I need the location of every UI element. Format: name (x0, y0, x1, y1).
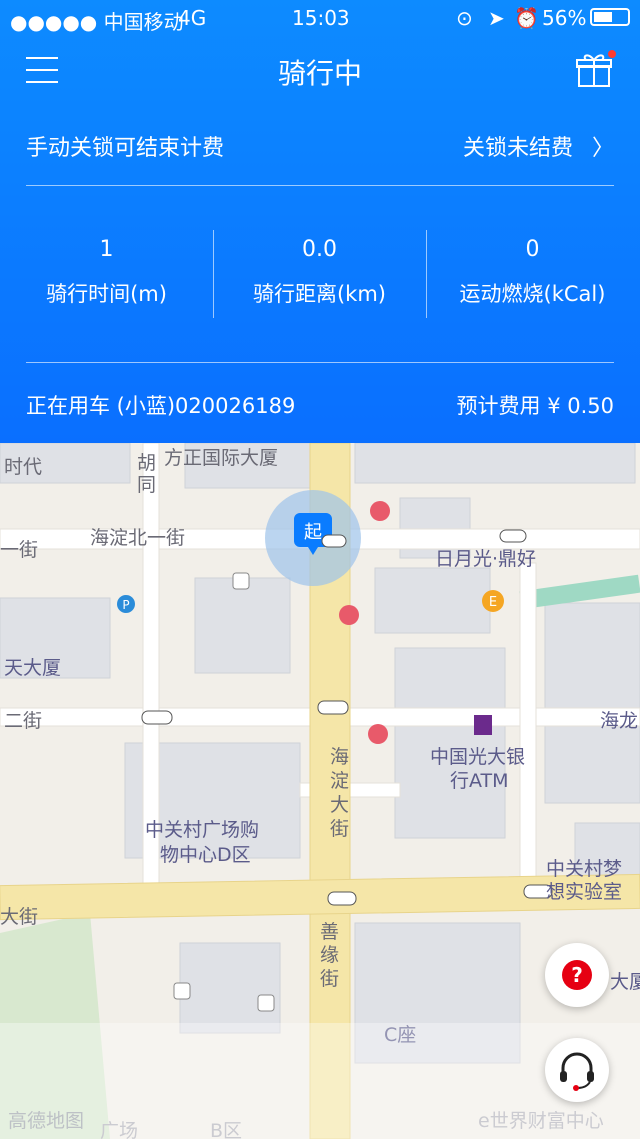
status-bar: ●●●●● 中国移动 4G 15:03 ⊙ ➤ ⏰ 56% (0, 0, 640, 36)
map-label: 海龙 (600, 710, 638, 732)
map-label: 大厦 (610, 971, 640, 993)
ride-header: ●●●●● 中国移动 4G 15:03 ⊙ ➤ ⏰ 56% 骑行中 手动关锁可结… (0, 0, 640, 443)
map-canvas[interactable]: 起 P E 方正国际大厦 时代 胡 同 海淀北一街 一街 日月光·鼎好 天大厦 … (0, 443, 640, 1139)
map-label: 中关村梦 (546, 858, 622, 880)
notification-dot (608, 50, 616, 58)
lock-hint-row: 手动关锁可结束计费 关锁未结费 〉 (26, 130, 614, 162)
bank-icon[interactable] (474, 715, 492, 735)
time-text: 15:03 (292, 6, 350, 30)
stat-label: 骑行时间(m) (46, 282, 167, 306)
map-view[interactable]: 起 P E 方正国际大厦 时代 胡 同 海淀北一街 一街 日月光·鼎好 天大厦 … (0, 443, 640, 1139)
help-button[interactable]: ? (545, 943, 609, 1007)
map-label: 淀 (330, 770, 349, 792)
chevron-right-icon: 〉 (591, 136, 614, 161)
map-label: 同 (137, 474, 156, 496)
map-label: 街 (320, 968, 339, 990)
stat-ride-time: 1 骑行时间(m) (0, 230, 213, 308)
map-label: 胡 (137, 452, 156, 474)
stat-calories: 0 运动燃烧(kCal) (426, 230, 639, 308)
stat-label: 骑行距离(km) (252, 282, 386, 306)
poi-pin-icon[interactable] (368, 724, 388, 744)
map-label: 时代 (4, 456, 42, 478)
poi-square-icon[interactable] (232, 572, 250, 590)
page-title: 骑行中 (277, 57, 362, 90)
map-label: 善 (320, 921, 339, 943)
divider (26, 185, 614, 186)
map-label: 一街 (0, 539, 38, 561)
battery-icon (590, 8, 630, 26)
map-label: 中国光大银 (430, 746, 525, 768)
svg-text:P: P (122, 598, 129, 612)
unlock-fee-link[interactable]: 关锁未结费 〉 (463, 130, 614, 162)
stat-value: 0.0 (302, 237, 337, 262)
location-arrow-icon: ➤ (488, 6, 505, 30)
map-label: 街 (330, 818, 349, 840)
bike-id-text: 正在用车 (小蓝)020026189 (26, 394, 296, 418)
battery-text: 56% (542, 6, 587, 30)
map-label: 大 (330, 794, 349, 816)
map-label: 中关村广场购 (145, 819, 259, 841)
map-label: 日月光·鼎好 (435, 548, 536, 570)
stat-value: 0 (525, 237, 540, 262)
stat-label: 运动燃烧(kCal) (459, 282, 606, 306)
map-label: 天大厦 (4, 657, 61, 679)
map-label: 海 (330, 746, 349, 768)
start-marker-label: 起 (304, 522, 322, 543)
alarm-icon: ⏰ (514, 6, 539, 30)
map-label: 想实验室 (546, 881, 622, 903)
carrier-text: ●●●●● 中国移动 (10, 10, 184, 34)
network-text: 4G (178, 6, 207, 30)
customer-service-button[interactable] (545, 1038, 609, 1102)
poi-square-icon[interactable] (257, 994, 275, 1012)
divider (26, 362, 614, 363)
map-label: 物中心D区 (160, 844, 251, 866)
ride-info-row: 正在用车 (小蓝)020026189 预计费用 ¥ 0.50 (26, 390, 614, 420)
map-label: 大街 (0, 906, 38, 928)
lock-hint-text: 手动关锁可结束计费 (26, 136, 225, 161)
poi-square-icon[interactable] (173, 982, 191, 1000)
lock-rotation-icon: ⊙ (456, 6, 473, 30)
ride-stats: 1 骑行时间(m) 0.0 骑行距离(km) 0 运动燃烧(kCal) (0, 230, 640, 320)
map-label: 二街 (4, 710, 42, 732)
poi-pin-icon[interactable] (370, 501, 390, 521)
divider (426, 230, 427, 318)
poi-pin-icon[interactable] (339, 605, 359, 625)
gift-icon[interactable] (576, 50, 612, 90)
map-label: 海淀北一街 (90, 527, 185, 549)
map-label: 行ATM (450, 770, 509, 792)
map-label: 缘 (320, 944, 339, 966)
help-icon: ? (562, 960, 592, 990)
stat-value: 1 (99, 237, 114, 262)
divider (213, 230, 214, 318)
stat-ride-distance: 0.0 骑行距离(km) (213, 230, 426, 308)
svg-text:E: E (489, 595, 497, 610)
estimated-fee-text: 预计费用 ¥ 0.50 (456, 394, 614, 418)
map-label: 方正国际大厦 (164, 447, 278, 469)
unlock-fee-label: 关锁未结费 (462, 136, 573, 161)
headset-icon (560, 1052, 594, 1091)
